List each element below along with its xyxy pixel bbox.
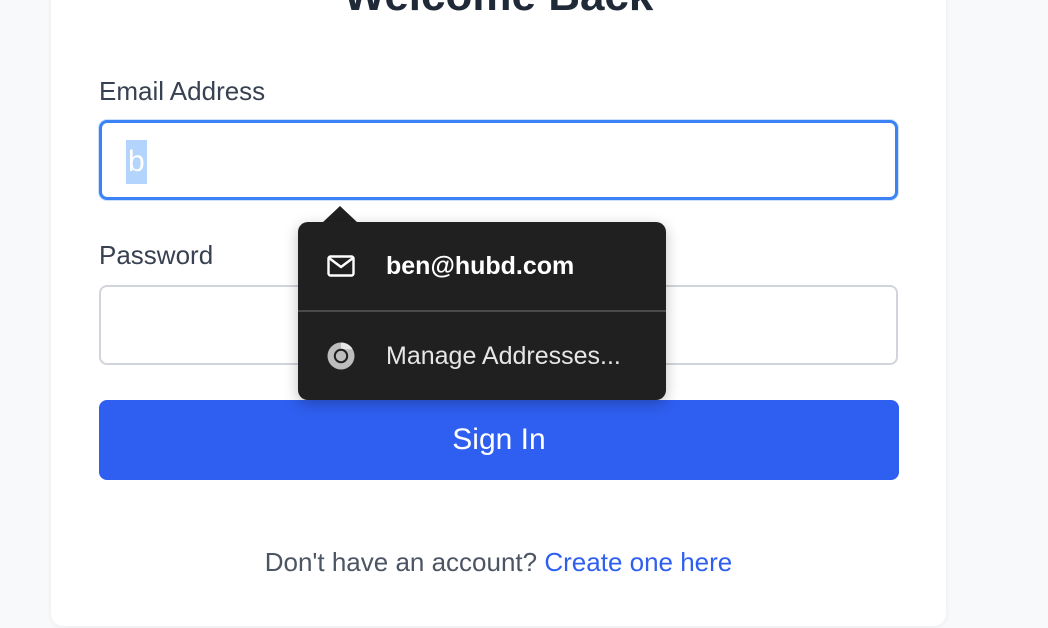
mail-icon <box>326 251 356 281</box>
create-account-link[interactable]: Create one here <box>544 547 732 577</box>
signup-prompt: Don't have an account? Create one here <box>51 547 946 578</box>
signup-prompt-text: Don't have an account? <box>264 547 538 577</box>
password-label: Password <box>99 240 214 270</box>
autofill-suggestion-item[interactable]: ben@hubd.com <box>298 222 666 310</box>
autofill-suggestion-label: ben@hubd.com <box>386 251 575 280</box>
chrome-icon <box>326 341 356 371</box>
page-title-wrap: Welcome Back <box>51 0 946 16</box>
email-input-value: b <box>126 140 147 184</box>
email-label: Email Address <box>99 76 266 106</box>
manage-addresses-label: Manage Addresses... <box>386 341 621 370</box>
page-title: Welcome Back <box>51 0 946 16</box>
sign-in-button[interactable]: Sign In <box>99 400 899 480</box>
manage-addresses-item[interactable]: Manage Addresses... <box>298 312 666 400</box>
email-input[interactable]: b <box>99 120 898 200</box>
autofill-popup: ben@hubd.com Manage Addresses... <box>298 222 666 400</box>
autofill-popup-arrow <box>322 206 358 223</box>
